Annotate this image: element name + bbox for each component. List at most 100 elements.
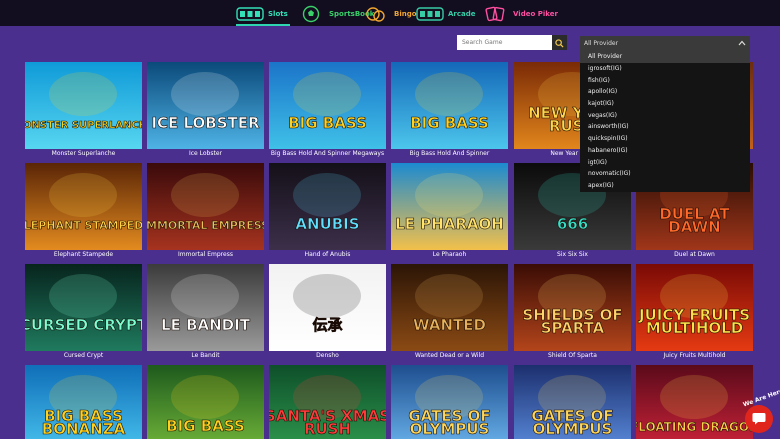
provider-option[interactable]: quickspin(IG) — [580, 133, 750, 145]
game-art-text: ANUBIS — [295, 215, 359, 233]
game-tile[interactable]: ANUBIS — [269, 163, 386, 250]
nav-label-slots: Slots — [268, 10, 288, 18]
game-title: Shield Of Sparta — [548, 352, 597, 359]
game-tile[interactable]: BIG BASS — [147, 365, 264, 439]
provider-option[interactable]: ainsworth(IG) — [580, 121, 750, 133]
provider-option[interactable]: apollo(IG) — [580, 86, 750, 98]
game-thumbnail: BIG BASSBONANZA — [25, 365, 142, 439]
game-art-text: ICE LOBSTER — [151, 114, 260, 132]
game-thumbnail: BIG BASS — [147, 365, 264, 439]
game-thumbnail: IMMORTAL EMPRESS — [147, 163, 264, 250]
game-tile[interactable]: SANTA'S XMAS RUSH — [269, 365, 386, 439]
game-art-text: ELEPHANT STAMPEDE — [25, 219, 142, 232]
game-title: Elephant Stampede — [53, 251, 114, 258]
top-navigation: Slots SportsBook Bingo Arcade Video Pike… — [0, 0, 780, 26]
game-tile[interactable]: BIG BASS — [391, 62, 508, 149]
chat-button[interactable] — [745, 405, 773, 433]
cards-icon — [481, 5, 509, 23]
game-thumbnail: ELEPHANT STAMPEDE — [25, 163, 142, 250]
game-tile[interactable]: LE PHARAOH — [391, 163, 508, 250]
game-art-text: DAWN — [668, 218, 721, 236]
game-tile[interactable]: GATES OF OLYMPUS — [391, 365, 508, 439]
game-thumbnail: BIG BASS — [391, 62, 508, 149]
game-tile[interactable]: ELEPHANT STAMPEDE — [25, 163, 142, 250]
game-thumbnail: BIG BASS — [269, 62, 386, 149]
game-thumbnail: CURSED CRYPT — [25, 264, 142, 351]
game-art-text: MONSTER SUPERLANCHE — [25, 120, 142, 131]
game-thumbnail: SANTA'S XMASRUSH — [269, 365, 386, 439]
game-art-text: LE PHARAOH — [395, 215, 504, 233]
game-tile[interactable]: CURSED CRYPT — [25, 264, 142, 351]
chat-bubble-icon — [752, 410, 766, 429]
game-tile[interactable]: FLOATING DRAGON — [636, 365, 753, 439]
game-title: Juicy Fruits Multihold — [663, 352, 726, 359]
provider-option[interactable]: habanero(IG) — [580, 145, 750, 157]
game-art-text: RUSH — [304, 420, 351, 438]
game-thumbnail: LE BANDIT — [147, 264, 264, 351]
provider-option[interactable]: kajot(IG) — [580, 98, 750, 110]
game-tile[interactable]: MONSTER SUPERLANCHE — [25, 62, 142, 149]
nav-label-video-poker: Video Piker — [513, 10, 558, 18]
nav-item-video-poker[interactable]: Video Piker — [481, 4, 558, 24]
provider-option[interactable]: igt(IG) — [580, 156, 750, 168]
game-tile[interactable]: JUICY FRUITS MULTIHOLD — [636, 264, 753, 351]
game-title: Big Bass Hold And Spinner — [409, 150, 490, 157]
nav-item-bingo[interactable]: Bingo — [362, 4, 417, 24]
game-art-text: MULTIHOLD — [646, 319, 743, 337]
game-art-text: BIG BASS — [288, 114, 367, 132]
game-title: Le Bandit — [191, 352, 220, 359]
game-title: Cursed Crypt — [63, 352, 104, 359]
game-tile[interactable]: IMMORTAL EMPRESS — [147, 163, 264, 250]
chevron-up-icon — [738, 39, 746, 49]
arcade-icon — [416, 5, 444, 23]
game-title: Six Six Six — [557, 251, 588, 258]
game-tile[interactable]: BIG BASS — [269, 62, 386, 149]
game-tile[interactable]: BIG BASS BONANZA — [25, 365, 142, 439]
search-icon — [555, 33, 564, 52]
game-thumbnail: ICE LOBSTER — [147, 62, 264, 149]
provider-option[interactable]: igrosoft(IG) — [580, 63, 750, 75]
game-thumbnail: FLOATING DRAGON — [636, 365, 753, 439]
game-thumbnail: SHIELDS OFSPARTA — [514, 264, 631, 351]
game-thumbnail: MONSTER SUPERLANCHE — [25, 62, 142, 149]
provider-select-value: All Provider — [584, 40, 619, 47]
game-art-text: FLOATING DRAGON — [636, 420, 753, 434]
provider-option[interactable]: vegas(IG) — [580, 109, 750, 121]
game-thumbnail: JUICY FRUITSMULTIHOLD — [636, 264, 753, 351]
search-button[interactable] — [552, 35, 567, 50]
game-thumbnail: GATES OFOLYMPUS — [391, 365, 508, 439]
game-thumbnail: 伝承 — [269, 264, 386, 351]
game-thumbnail: WANTED — [391, 264, 508, 351]
game-art-text: WANTED — [413, 316, 486, 334]
game-title: Hand of Anubis — [304, 251, 351, 258]
game-art-text: OLYMPUS — [410, 420, 490, 438]
game-thumbnail: ANUBIS — [269, 163, 386, 250]
game-tile[interactable]: WANTED — [391, 264, 508, 351]
game-art-text: 666 — [557, 215, 588, 233]
game-tile[interactable]: 伝承 — [269, 264, 386, 351]
provider-option[interactable]: All Provider — [580, 51, 750, 63]
game-art-text: LE BANDIT — [161, 316, 251, 334]
provider-dropdown-menu: All Provider igrosoft(IG) fish(IG) apollo(I… — [580, 51, 750, 192]
provider-option[interactable]: fish(IG) — [580, 74, 750, 86]
nav-label-arcade: Arcade — [448, 10, 476, 18]
provider-option[interactable]: novomatic(IG) — [580, 168, 750, 180]
game-thumbnail: LE PHARAOH — [391, 163, 508, 250]
game-art-text: BONANZA — [42, 420, 126, 438]
game-title: Wanted Dead or a Wild — [414, 352, 485, 359]
provider-select[interactable]: All Provider — [580, 36, 750, 51]
nav-item-slots[interactable]: Slots — [236, 4, 288, 24]
game-tile[interactable]: SHIELDS OF SPARTA — [514, 264, 631, 351]
search-input[interactable] — [457, 35, 552, 50]
game-title: Duel at Dawn — [674, 251, 715, 258]
game-art-text: SPARTA — [541, 319, 605, 337]
game-art-text: IMMORTAL EMPRESS — [147, 219, 264, 232]
game-title: Big Bass Hold And Spinner Megaways — [270, 150, 385, 157]
provider-option[interactable]: apex(IG) — [580, 180, 750, 192]
game-art-text: OLYMPUS — [533, 420, 613, 438]
game-tile[interactable]: LE BANDIT — [147, 264, 264, 351]
nav-item-arcade[interactable]: Arcade — [416, 4, 476, 24]
game-thumbnail: GATES OFOLYMPUS — [514, 365, 631, 439]
game-tile[interactable]: GATES OF OLYMPUS — [514, 365, 631, 439]
game-tile[interactable]: ICE LOBSTER — [147, 62, 264, 149]
